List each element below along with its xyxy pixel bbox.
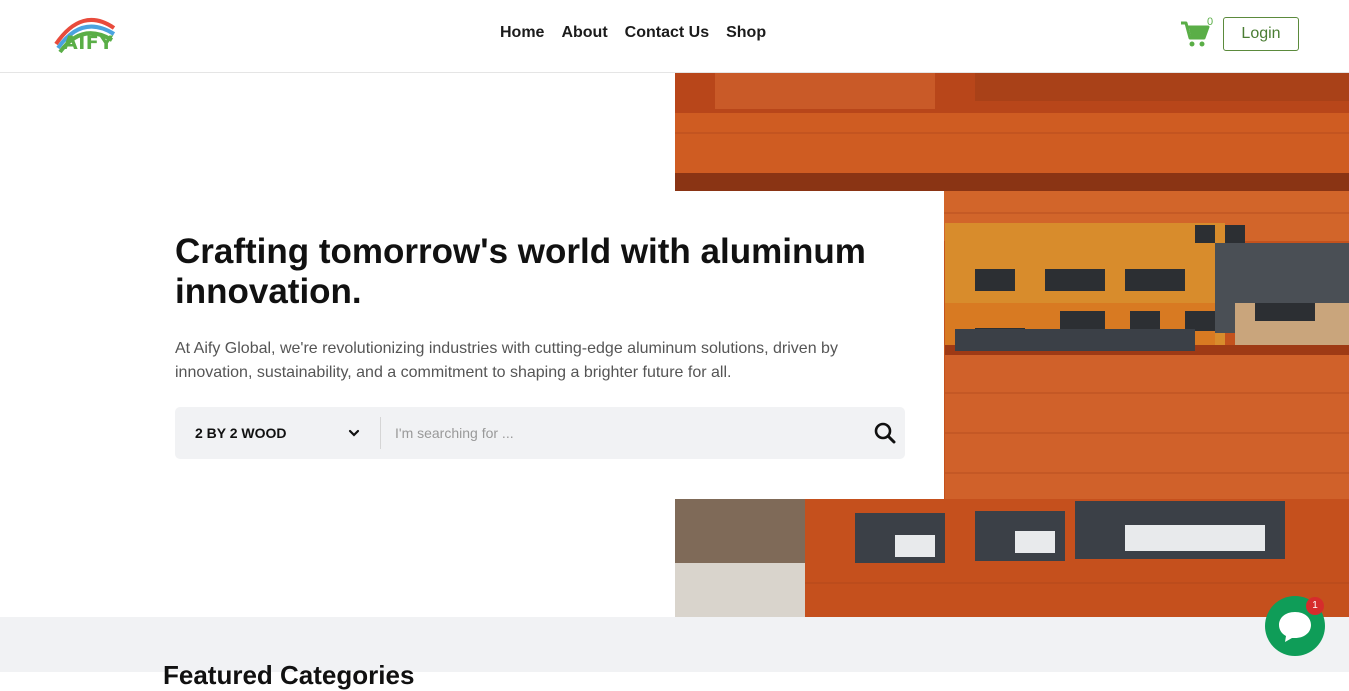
main-nav: Home About Contact Us Shop [500, 24, 766, 42]
nav-contact-us[interactable]: Contact Us [625, 24, 709, 42]
category-select[interactable]: 2 BY 2 WOOD [175, 407, 380, 459]
cart-count-badge: 0 [1207, 16, 1214, 28]
hero-description: At Aify Global, we're revolutionizing in… [175, 340, 838, 381]
category-select-value: 2 BY 2 WOOD [195, 425, 287, 441]
search-icon[interactable] [873, 421, 897, 445]
site-header: AIFY Home About Contact Us Shop 0 Login [0, 0, 1349, 73]
nav-about[interactable]: About [561, 24, 607, 42]
nav-home[interactable]: Home [500, 24, 544, 42]
logo-text[interactable]: AIFY [63, 32, 114, 54]
search-divider [380, 417, 381, 449]
hero-panel-top [0, 73, 675, 191]
shopping-cart-icon[interactable] [1180, 20, 1210, 48]
product-search-bar: 2 BY 2 WOOD [175, 407, 905, 459]
login-button[interactable]: Login [1223, 17, 1299, 51]
chat-notification-badge: 1 [1306, 597, 1324, 615]
next-section-title: Featured Categories [163, 660, 415, 690]
chevron-down-icon [348, 429, 360, 437]
hero-title: Crafting tomorrow's world with aluminum … [175, 232, 866, 311]
hero-panel-bottom [0, 499, 675, 617]
search-input[interactable] [387, 415, 857, 451]
nav-shop[interactable]: Shop [726, 24, 766, 42]
